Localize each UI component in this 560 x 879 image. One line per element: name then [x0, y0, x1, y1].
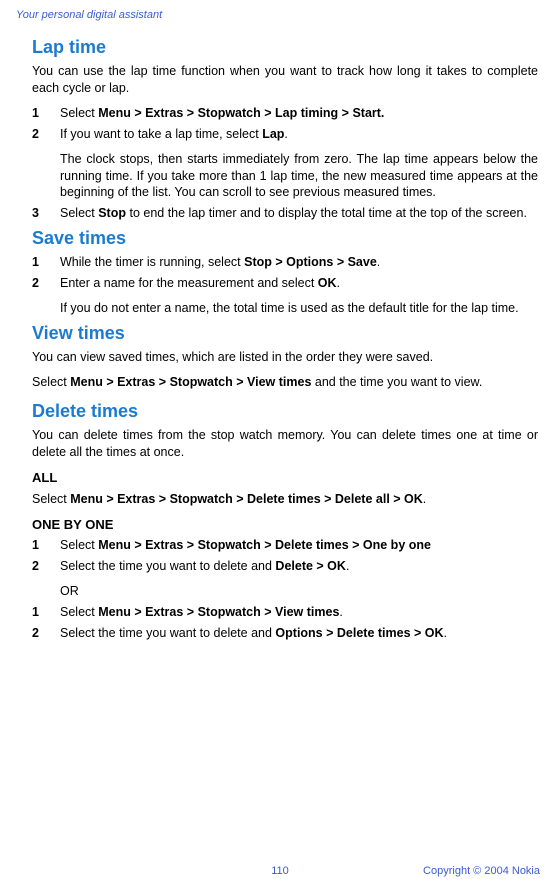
step-number: 1	[32, 254, 60, 271]
heading-delete-times: Delete times	[32, 399, 538, 423]
onebyone-step-1: 1 Select Menu > Extras > Stopwatch > Del…	[32, 537, 538, 554]
heading-save-times: Save times	[32, 226, 538, 250]
lap-time-intro: You can use the lap time function when y…	[32, 63, 538, 97]
step-number: 2	[32, 558, 60, 600]
step-number: 1	[32, 105, 60, 122]
step-body: Select Stop to end the lap timer and to …	[60, 205, 538, 222]
lap-time-step-2: 2 If you want to take a lap time, select…	[32, 126, 538, 202]
save-times-step-2: 2 Enter a name for the measurement and s…	[32, 275, 538, 317]
lap-time-step-3: 3 Select Stop to end the lap timer and t…	[32, 205, 538, 222]
onebyone-step-2: 2 Select the time you want to delete and…	[32, 558, 538, 600]
page-number: 110	[271, 864, 289, 879]
delete-all-line: Select Menu > Extras > Stopwatch > Delet…	[32, 491, 538, 508]
step-number: 2	[32, 625, 60, 642]
step-body: Enter a name for the measurement and sel…	[60, 275, 538, 317]
step-body: While the timer is running, select Stop …	[60, 254, 538, 271]
copyright: Copyright © 2004 Nokia	[423, 864, 540, 879]
subhead-all: ALL	[32, 469, 538, 487]
step-body: Select Menu > Extras > Stopwatch > Delet…	[60, 537, 538, 554]
step-body: If you want to take a lap time, select L…	[60, 126, 538, 202]
subhead-one-by-one: ONE BY ONE	[32, 516, 538, 534]
view-times-intro: You can view saved times, which are list…	[32, 349, 538, 366]
lap-time-step-1: 1 Select Menu > Extras > Stopwatch > Lap…	[32, 105, 538, 122]
step-number: 2	[32, 126, 60, 202]
step-number: 1	[32, 537, 60, 554]
step-body: Select Menu > Extras > Stopwatch > View …	[60, 604, 538, 621]
step-number: 3	[32, 205, 60, 222]
step-number: 2	[32, 275, 60, 317]
header-line: Your personal digital assistant	[16, 8, 544, 23]
heading-lap-time: Lap time	[32, 35, 538, 59]
alt-step-2: 2 Select the time you want to delete and…	[32, 625, 538, 642]
save-times-step-1: 1 While the timer is running, select Sto…	[32, 254, 538, 271]
delete-times-intro: You can delete times from the stop watch…	[32, 427, 538, 461]
step-number: 1	[32, 604, 60, 621]
alt-step-1: 1 Select Menu > Extras > Stopwatch > Vie…	[32, 604, 538, 621]
step-body: Select the time you want to delete and D…	[60, 558, 538, 600]
step-body: Select the time you want to delete and O…	[60, 625, 538, 642]
heading-view-times: View times	[32, 321, 538, 345]
content: Lap time You can use the lap time functi…	[16, 35, 544, 642]
view-times-select: Select Menu > Extras > Stopwatch > View …	[32, 374, 538, 391]
step-body: Select Menu > Extras > Stopwatch > Lap t…	[60, 105, 538, 122]
